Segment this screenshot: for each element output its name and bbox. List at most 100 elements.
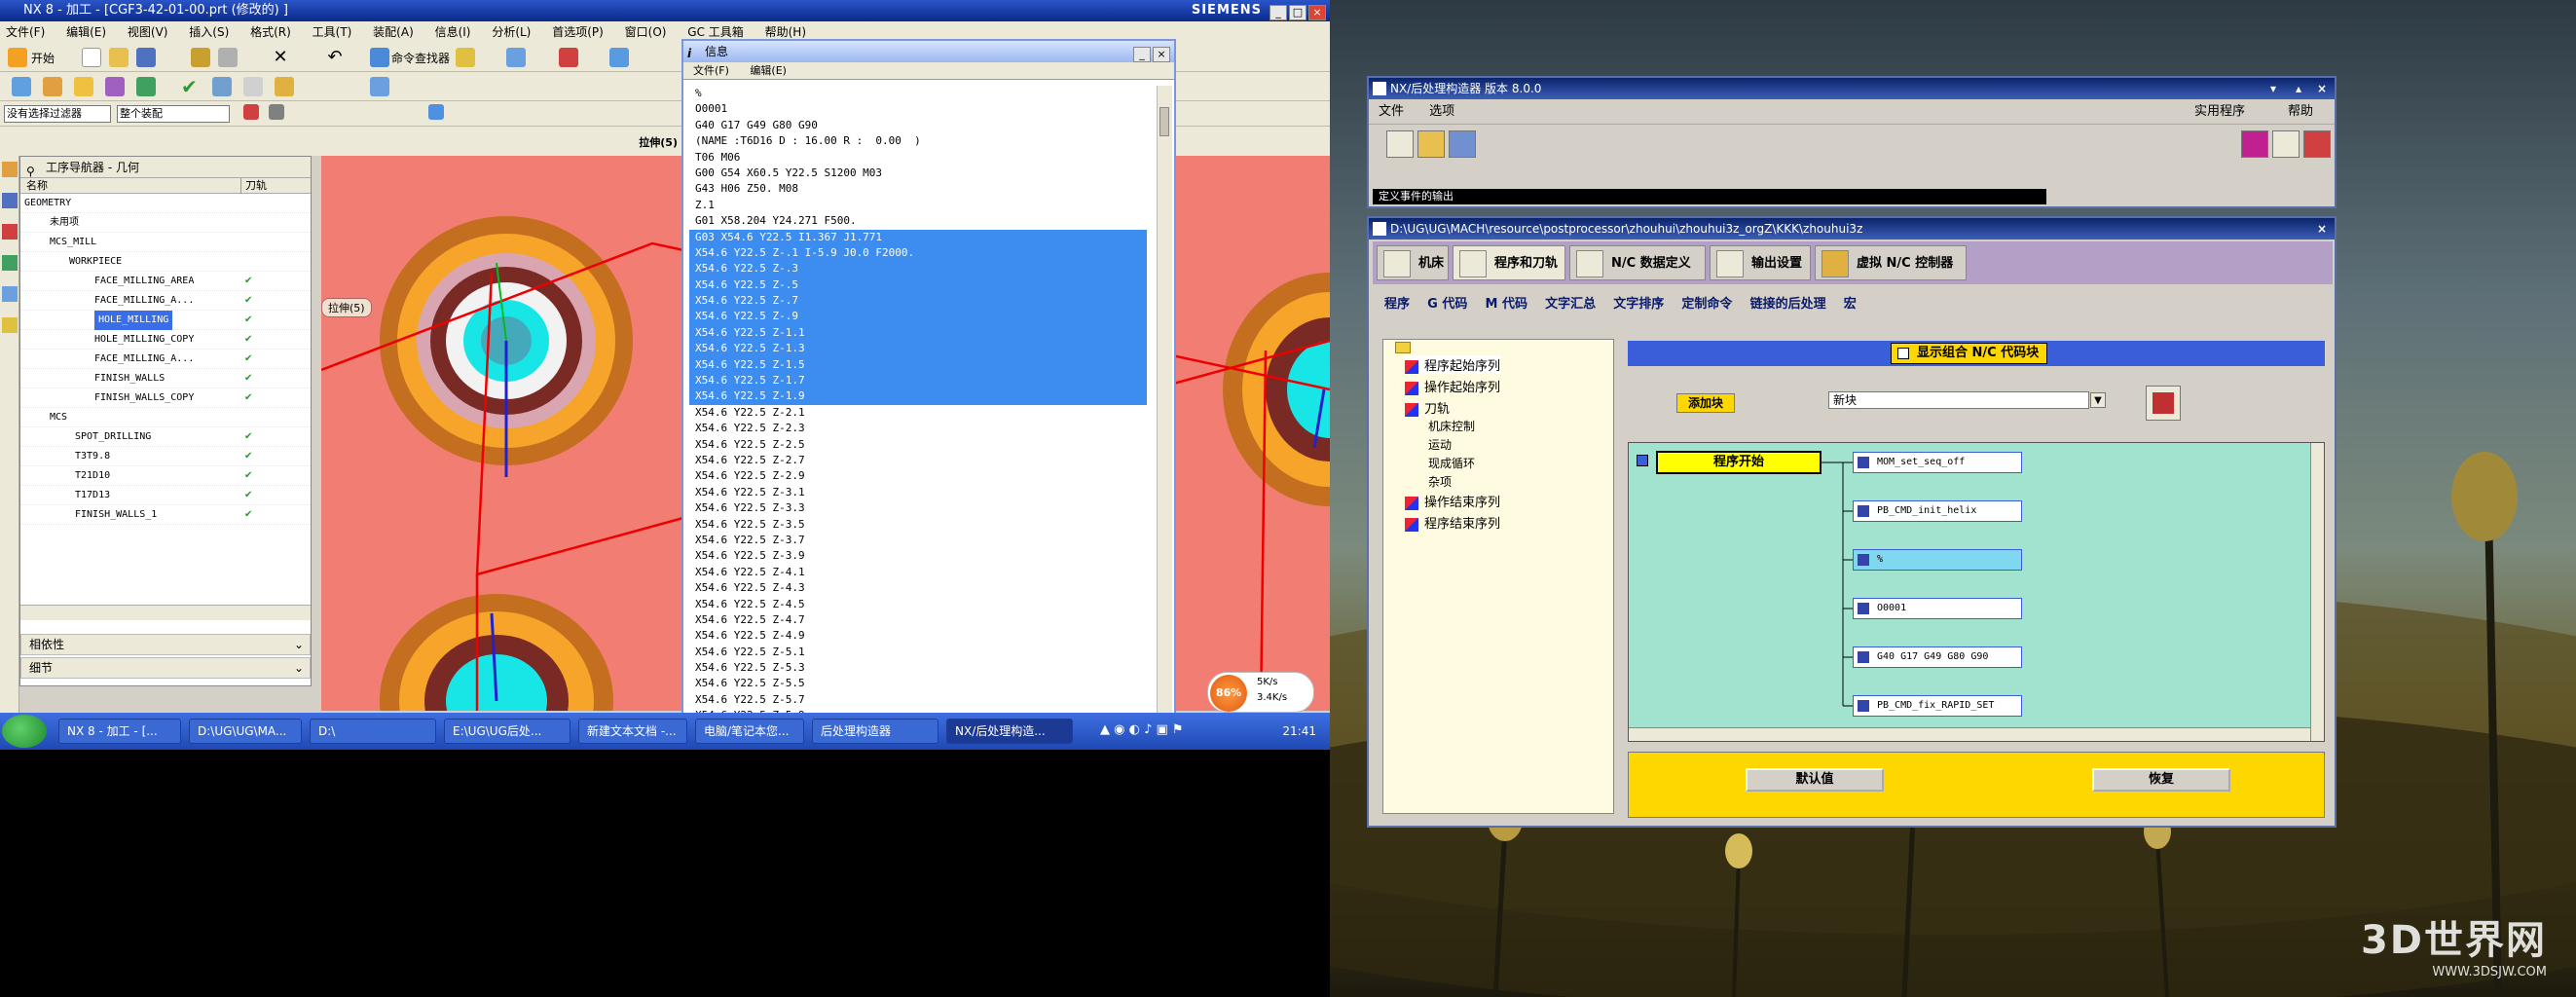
tree-row[interactable]: FACE_MILLING_A... ✔ [20, 350, 311, 369]
taskbar-item[interactable]: E:\UG\UG后处... [444, 719, 570, 744]
tree-row[interactable]: T17D13 ✔ [20, 486, 311, 505]
new-icon[interactable] [82, 48, 101, 67]
nc-code-line[interactable]: X54.6 Y22.5 Z-3.5 [689, 517, 1147, 533]
tree-item-program-end[interactable]: 程序结束序列 [1405, 513, 1500, 532]
part-navigator-tab-icon[interactable] [2, 224, 18, 240]
tree-row[interactable]: FINISH_WALLS ✔ [20, 369, 311, 388]
nc-code-line[interactable]: X54.6 Y22.5 Z-3.3 [689, 500, 1147, 516]
nc-code-listing[interactable]: % O0001 G40 G17 G49 G80 G90 (NAME :T6D16 D … [689, 86, 1147, 715]
info-vscrollbar[interactable] [1157, 86, 1172, 715]
start-icon[interactable] [8, 48, 27, 67]
command-finder-button[interactable]: 命令查找器 [391, 50, 450, 66]
subtab-word-sequencing[interactable]: 文字排序 [1613, 297, 1664, 312]
menu-insert[interactable]: 插入(S) [189, 25, 229, 39]
nc-code-line[interactable]: X54.6 Y22.5 Z-2.1 [689, 405, 1147, 421]
close-button[interactable]: × [1308, 5, 1326, 20]
nc-code-line[interactable]: O0001 [689, 101, 1147, 117]
subtab-program[interactable]: 程序 [1384, 297, 1410, 312]
manual-book-icon[interactable] [2303, 130, 2331, 158]
menu-utilities[interactable]: 实用程序 [2194, 99, 2245, 125]
nc-code-line[interactable]: G01 X58.204 Y24.271 F500. [689, 213, 1147, 229]
nc-code-line[interactable]: X54.6 Y22.5 Z-.1 I-5.9 J0.0 F2000. [689, 244, 1147, 262]
canvas-vscrollbar[interactable] [2310, 443, 2324, 741]
open-icon[interactable] [109, 48, 129, 67]
start-orb-icon[interactable] [2, 715, 47, 748]
nc-code-line[interactable]: X54.6 Y22.5 Z-5.5 [689, 676, 1147, 691]
clock[interactable]: 21:41 [1282, 713, 1316, 750]
menu-tools[interactable]: 工具(T) [313, 25, 352, 39]
nc-code-line[interactable]: X54.6 Y22.5 Z-2.5 [689, 437, 1147, 453]
tree-item-program-start[interactable]: 程序起始序列 [1405, 355, 1501, 374]
tree-row[interactable]: MCS_MILL [20, 233, 311, 252]
delete-icon[interactable]: ✕ [271, 48, 290, 67]
close-button[interactable]: × [2317, 78, 2327, 99]
show-combined-blocks-toggle[interactable]: 显示组合 N/C 代码块 [1891, 343, 2048, 364]
nc-code-line[interactable]: X54.6 Y22.5 Z-1.7 [689, 373, 1147, 389]
nc-code-line[interactable]: % [689, 86, 1147, 101]
nc-code-line[interactable]: G40 G17 G49 G80 G90 [689, 118, 1147, 133]
render-icon[interactable] [609, 48, 629, 67]
nc-code-line[interactable]: X54.6 Y22.5 Z-4.5 [689, 597, 1147, 612]
context-help-icon[interactable] [2272, 130, 2300, 158]
menu-file[interactable]: 文件 [1379, 104, 1404, 119]
nc-code-line[interactable]: G43 H06 Z50. M08 [689, 181, 1147, 197]
tab-machine-tool[interactable]: 机床 [1377, 245, 1449, 280]
tab-output-settings[interactable]: 输出设置 [1710, 245, 1811, 280]
subtab-g-codes[interactable]: G 代码 [1427, 297, 1467, 312]
selection-mode-icon[interactable] [269, 104, 284, 120]
subtab-custom-command[interactable]: 定制命令 [1681, 297, 1732, 312]
nc-code-line[interactable]: X54.6 Y22.5 Z-1.9 [689, 388, 1147, 405]
tree-row[interactable]: FINISH_WALLS_1 ✔ [20, 505, 311, 525]
save-icon[interactable] [136, 48, 156, 67]
taskbar-item[interactable]: D:\UG\UG\MA... [189, 719, 302, 744]
menu-view[interactable]: 视图(V) [128, 25, 168, 39]
scroll-thumb[interactable] [1159, 107, 1169, 136]
nc-code-line[interactable]: X54.6 Y22.5 Z-4.9 [689, 628, 1147, 644]
nc-code-line[interactable]: G00 G54 X60.5 Y22.5 S1200 M03 [689, 166, 1147, 181]
net-speed-widget[interactable]: 86% 5K/s 3.4K/s [1207, 672, 1314, 713]
tree-row[interactable]: SPOT_DRILLING ✔ [20, 427, 311, 447]
column-name[interactable]: 名称 [26, 178, 48, 194]
navigator-tab-icon[interactable] [2, 162, 18, 177]
add-block-button[interactable]: 添加块 [1676, 393, 1735, 413]
cube-icon[interactable] [428, 104, 444, 120]
cut-icon[interactable] [191, 48, 210, 67]
tree-row-selected[interactable]: HOLE_MILLING ✔ [20, 311, 311, 330]
dropdown-arrow-icon[interactable]: ▼ [2090, 392, 2106, 408]
maximize-button[interactable]: □ [1289, 5, 1306, 20]
menu-help[interactable]: 帮助 [2288, 99, 2313, 125]
nc-code-line[interactable]: X54.6 Y22.5 Z-4.1 [689, 565, 1147, 580]
subtab-linked-posts[interactable]: 链接的后处理 [1750, 297, 1826, 312]
selection-filter-dropdown[interactable]: 没有选择过滤器 [4, 105, 111, 123]
create-geometry-icon[interactable] [74, 77, 93, 96]
nc-code-line[interactable]: X54.6 Y22.5 Z-.7 [689, 293, 1147, 310]
generate-toolpath-icon[interactable]: ✔ [181, 77, 201, 96]
menu-window[interactable]: 窗口(O) [625, 25, 667, 39]
nc-block[interactable]: PB_CMD_fix_RAPID_SET [1853, 695, 2022, 717]
tab-virtual-nc-controller[interactable]: 虚拟 N/C 控制器 [1815, 245, 1967, 280]
tree-item-canned-cycles[interactable]: 现成循环 [1428, 455, 1475, 471]
nc-code-line[interactable]: X54.6 Y22.5 Z-5.3 [689, 660, 1147, 676]
sequence-start-marker[interactable]: 程序开始 [1656, 451, 1822, 474]
postprocess-icon[interactable] [243, 77, 263, 96]
menu-preferences[interactable]: 首选项(P) [552, 25, 604, 39]
tree-row[interactable]: MCS [20, 408, 311, 427]
history-tab-icon[interactable] [2, 286, 18, 302]
menu-analysis[interactable]: 分析(L) [492, 25, 531, 39]
verify-icon[interactable] [212, 77, 232, 96]
assembly-scope-dropdown[interactable]: 整个装配 [117, 105, 230, 123]
nc-code-line[interactable]: X54.6 Y22.5 Z-1.5 [689, 356, 1147, 374]
roles-tab-icon[interactable] [2, 317, 18, 333]
nc-code-line[interactable]: X54.6 Y22.5 Z-5.1 [689, 645, 1147, 660]
tree-item-motion[interactable]: 运动 [1428, 436, 1452, 453]
new-block-dropdown[interactable]: 新块 ▼ [1828, 391, 2106, 409]
menu-options[interactable]: 选项 [1429, 104, 1454, 119]
tree-item-machine-control[interactable]: 机床控制 [1428, 418, 1475, 434]
tree-row[interactable]: WORKPIECE [20, 252, 311, 272]
nc-code-line[interactable]: T06 M06 [689, 150, 1147, 166]
tab-nc-data-definition[interactable]: N/C 数据定义 [1569, 245, 1706, 280]
taskbar-item[interactable]: NX 8 - 加工 - [... [58, 719, 181, 744]
tree-item-toolpath[interactable]: 刀轨 [1405, 398, 1450, 417]
canvas-hscrollbar[interactable] [1629, 727, 2310, 741]
nc-block[interactable]: O0001 [1853, 598, 2022, 619]
